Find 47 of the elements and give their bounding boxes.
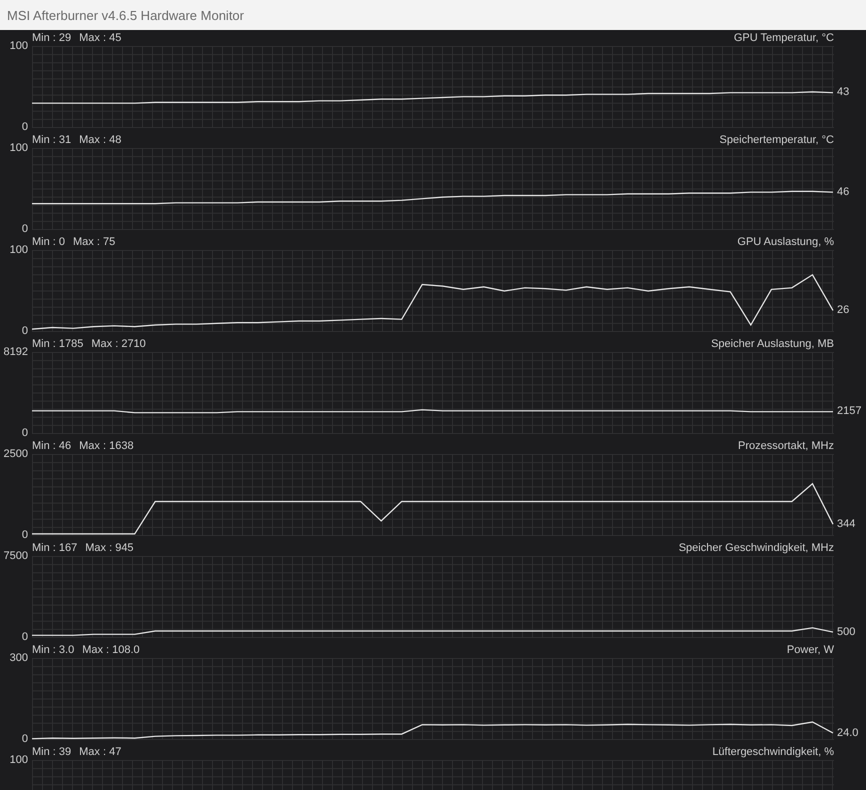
graph-title: Power, W: [786, 644, 834, 656]
y-tick-label: 100: [10, 40, 28, 52]
min-value: Min : 39: [32, 746, 72, 758]
graph-title: Lüftergeschwindigkeit, %: [712, 746, 834, 758]
current-reading: 344: [837, 518, 856, 530]
min-value: Min : 29: [32, 32, 72, 44]
current-reading: 46: [837, 186, 850, 198]
current-reading: 24.0: [837, 726, 858, 739]
graph-title: Speicher Geschwindigkeit, MHz: [678, 542, 834, 554]
max-value: Max : 75: [73, 236, 116, 248]
y-tick-label: 0: [22, 223, 28, 235]
scale-label: 100: [10, 754, 28, 766]
y-tick-label: 8192: [4, 346, 28, 358]
y-tick-label: 2500: [4, 448, 28, 460]
y-tick-label: 0: [22, 733, 28, 745]
y-tick-label: 7500: [4, 550, 28, 562]
y-tick-label: 0: [22, 529, 28, 541]
window-title: MSI Afterburner v4.6.5 Hardware Monitor: [7, 8, 244, 22]
min-value: Min : 1785: [32, 338, 84, 350]
graph-title: GPU Auslastung, %: [737, 236, 834, 248]
current-reading: 500: [837, 626, 856, 638]
y-tick-label: 100: [10, 142, 28, 154]
min-value: Min : 46: [32, 440, 72, 452]
min-value: Min : 31: [32, 134, 72, 146]
y-tick-label: 300: [10, 652, 28, 664]
y-tick-label: 0: [22, 325, 28, 337]
y-tick-label: 0: [22, 631, 28, 643]
min-value: Min : 3.0: [32, 644, 74, 656]
max-value: Max : 47: [79, 746, 122, 758]
current-reading: 43: [837, 86, 850, 98]
y-tick-label: 0: [22, 121, 28, 133]
current-reading: 2157: [837, 405, 862, 418]
max-value: Max : 2710: [91, 338, 146, 350]
max-value: Max : 48: [79, 134, 122, 146]
graph-title: Speichertemperatur, °C: [720, 134, 834, 146]
graph-title: Speicher Auslastung, MB: [711, 338, 834, 350]
y-tick-label: 100: [10, 244, 28, 256]
min-value: Min : 0: [32, 236, 66, 248]
max-value: Max : 1638: [79, 440, 134, 452]
graph-title: Prozessortakt, MHz: [738, 440, 834, 452]
graph-title: GPU Temperatur, °C: [734, 32, 834, 44]
max-value: Max : 945: [85, 542, 134, 554]
current-reading: 26: [837, 304, 850, 316]
max-value: Max : 108.0: [82, 644, 140, 656]
max-value: Max : 45: [79, 32, 122, 44]
min-value: Min : 167: [32, 542, 78, 554]
y-tick-label: 0: [22, 427, 28, 439]
